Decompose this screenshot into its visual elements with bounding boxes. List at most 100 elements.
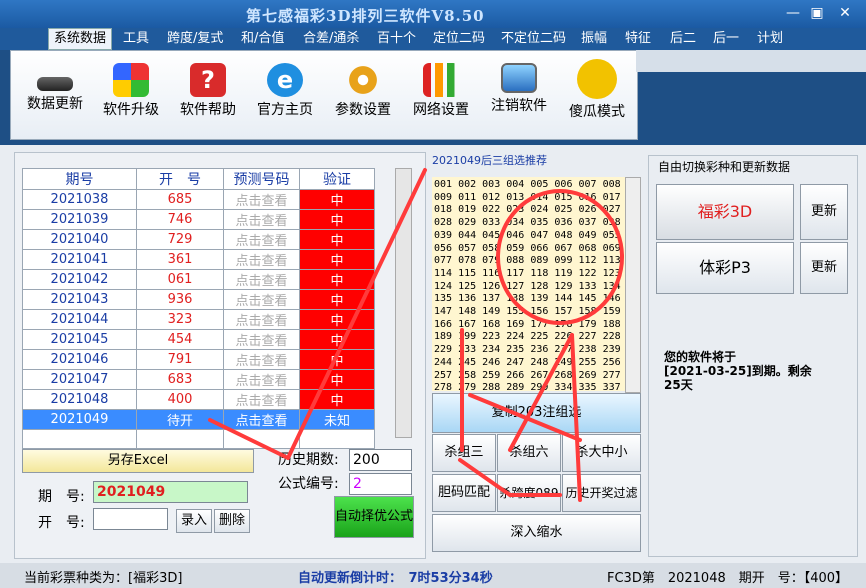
table-row[interactable]: 2021042 061 点击查看中 xyxy=(22,269,375,290)
network-settings-label: 网络设置 xyxy=(413,102,469,118)
menu-tools[interactable]: 工具 xyxy=(118,30,154,48)
prediction-cell[interactable]: 点击查看 xyxy=(223,209,300,230)
prediction-cell[interactable]: 点击查看 xyxy=(223,269,300,290)
menu-plan[interactable]: 计划 xyxy=(752,30,788,48)
help-button[interactable]: ? 软件帮助 xyxy=(168,57,248,133)
ie-icon: e xyxy=(267,63,303,97)
logout-button[interactable]: 注销软件 xyxy=(479,57,559,133)
column-header-prediction[interactable]: 预测号码 xyxy=(223,168,300,190)
menu-last2[interactable]: 后二 xyxy=(665,30,701,48)
menu-span[interactable]: 跨度/复式 xyxy=(162,30,228,48)
prediction-cell[interactable]: 点击查看 xyxy=(223,389,300,410)
table-row[interactable]: 2021040 729 点击查看中 xyxy=(22,229,375,250)
table-row[interactable]: 2021047 683 点击查看中 xyxy=(22,369,375,390)
period-label: 期 号: xyxy=(38,489,85,505)
copy-combinations-button[interactable]: 复制203注组选 xyxy=(432,393,641,433)
table-row[interactable]: 2021048 400 点击查看中 xyxy=(22,389,375,410)
period-cell: 2021041 xyxy=(22,249,137,270)
table-row[interactable]: 2021044 323 点击查看中 xyxy=(22,309,375,330)
verify-cell: 中 xyxy=(299,309,375,330)
status-bar: 当前彩票种类为：[福彩3D] 自动更新倒计时： 7时53分34秒 FC3D第 2… xyxy=(0,563,866,588)
period-input[interactable]: 2021049 xyxy=(93,481,248,503)
empty-cell xyxy=(136,429,224,449)
fc3d-update-button[interactable]: 更新 xyxy=(800,184,848,240)
prediction-cell[interactable]: 点击查看 xyxy=(223,249,300,270)
kill-group3-button[interactable]: 杀组三 xyxy=(432,434,496,472)
table-row[interactable]: 2021046 791 点击查看中 xyxy=(22,349,375,370)
table-row[interactable]: 2021043 936 点击查看中 xyxy=(22,289,375,310)
simple-mode-button[interactable]: 傻瓜模式 xyxy=(557,57,637,133)
menu-hundreds[interactable]: 百十个 xyxy=(372,30,421,48)
pl3-button[interactable]: 体彩P3 xyxy=(656,242,794,294)
table-row-empty xyxy=(22,429,375,449)
bars-icon xyxy=(423,63,459,97)
pl3-update-button[interactable]: 更新 xyxy=(800,242,848,294)
column-header-number[interactable]: 开 号 xyxy=(136,168,224,190)
prediction-cell[interactable]: 点击查看 xyxy=(223,309,300,330)
auto-formula-button[interactable]: 自动择优公式 xyxy=(334,496,414,538)
delete-button[interactable]: 删除 xyxy=(214,509,250,533)
period-cell: 2021038 xyxy=(22,189,137,210)
history-count-input[interactable]: 200 xyxy=(349,449,412,471)
minimize-icon[interactable]: — xyxy=(782,4,804,22)
history-filter-button[interactable]: 历史开奖过滤 xyxy=(562,474,641,512)
data-update-label: 数据更新 xyxy=(27,96,83,112)
combination-scrollbar[interactable] xyxy=(625,177,641,393)
data-update-button[interactable]: 数据更新 xyxy=(15,57,95,133)
verify-cell: 中 xyxy=(299,249,375,270)
open-number-input[interactable] xyxy=(93,508,168,530)
table-row[interactable]: 2021038 685 点击查看中 xyxy=(22,189,375,210)
table-row[interactable]: 2021041 361 点击查看中 xyxy=(22,249,375,270)
menu-pos2[interactable]: 定位二码 xyxy=(428,30,490,48)
help-icon: ? xyxy=(190,63,226,97)
deep-shrink-button[interactable]: 深入缩水 xyxy=(432,514,641,552)
prediction-cell[interactable]: 点击查看 xyxy=(223,349,300,370)
formula-number-input[interactable]: 2 xyxy=(349,473,412,495)
dan-match-button[interactable]: 胆码匹配 xyxy=(432,474,496,512)
history-table: 期号 开 号 预测号码 验证 2021038 685 点击查看中 2021039 746… xyxy=(22,168,375,449)
verify-cell: 中 xyxy=(299,349,375,370)
number-cell: 791 xyxy=(136,349,224,370)
enter-button[interactable]: 录入 xyxy=(176,509,212,533)
menu-system-data[interactable]: 系统数据 xyxy=(48,28,113,50)
table-row[interactable]: 2021045 454 点击查看中 xyxy=(22,329,375,350)
prediction-cell[interactable]: 点击查看 xyxy=(223,289,300,310)
prediction-cell[interactable]: 点击查看 xyxy=(223,229,300,250)
kill-span-button[interactable]: 杀跨度089 xyxy=(497,474,561,512)
period-cell: 2021042 xyxy=(22,269,137,290)
kill-size-button[interactable]: 杀大中小 xyxy=(562,434,641,472)
restore-icon[interactable]: ▣ xyxy=(806,4,828,22)
table-row[interactable]: 2021039 746 点击查看中 xyxy=(22,209,375,230)
kill-group6-button[interactable]: 杀组六 xyxy=(497,434,561,472)
menu-amplitude[interactable]: 振幅 xyxy=(576,30,612,48)
prediction-cell[interactable]: 点击查看 xyxy=(223,409,300,430)
homepage-button[interactable]: e 官方主页 xyxy=(245,57,325,133)
menu-nonpos2[interactable]: 不定位二码 xyxy=(496,30,571,48)
title-bar: 第七感福彩3D排列三软件V8.50 — ▣ ✕ xyxy=(0,0,866,28)
settings-button[interactable]: 参数设置 xyxy=(323,57,403,133)
gears-icon xyxy=(345,63,381,97)
menu-diff[interactable]: 合差/通杀 xyxy=(298,30,364,48)
close-icon[interactable]: ✕ xyxy=(834,4,856,22)
menu-sum[interactable]: 和/合值 xyxy=(236,30,289,48)
table-row-pending[interactable]: 2021049 待开 点击查看 未知 xyxy=(22,409,375,430)
logout-label: 注销软件 xyxy=(491,98,547,114)
menu-last1[interactable]: 后一 xyxy=(708,30,744,48)
save-excel-button[interactable]: 另存Excel xyxy=(22,449,254,473)
prediction-cell[interactable]: 点击查看 xyxy=(223,329,300,350)
period-cell: 2021047 xyxy=(22,369,137,390)
empty-cell xyxy=(299,429,375,449)
prediction-cell[interactable]: 点击查看 xyxy=(223,369,300,390)
menu-feature[interactable]: 特征 xyxy=(620,30,656,48)
fc3d-button[interactable]: 福彩3D xyxy=(656,184,794,240)
column-header-period[interactable]: 期号 xyxy=(22,168,137,190)
countdown-status: 自动更新倒计时： 7时53分34秒 xyxy=(298,571,493,586)
period-cell: 2021046 xyxy=(22,349,137,370)
last-draw-status: FC3D第 2021048 期开 号：【400】 xyxy=(607,571,849,586)
software-upgrade-button[interactable]: 软件升级 xyxy=(91,57,171,133)
prediction-cell[interactable]: 点击查看 xyxy=(223,189,300,210)
menu-bar: 系统数据 工具 跨度/复式 和/合值 合差/通杀 百十个 定位二码 不定位二码 … xyxy=(0,28,866,50)
network-settings-button[interactable]: 网络设置 xyxy=(401,57,481,133)
table-scrollbar[interactable] xyxy=(395,168,412,438)
column-header-verify[interactable]: 验证 xyxy=(299,168,375,190)
